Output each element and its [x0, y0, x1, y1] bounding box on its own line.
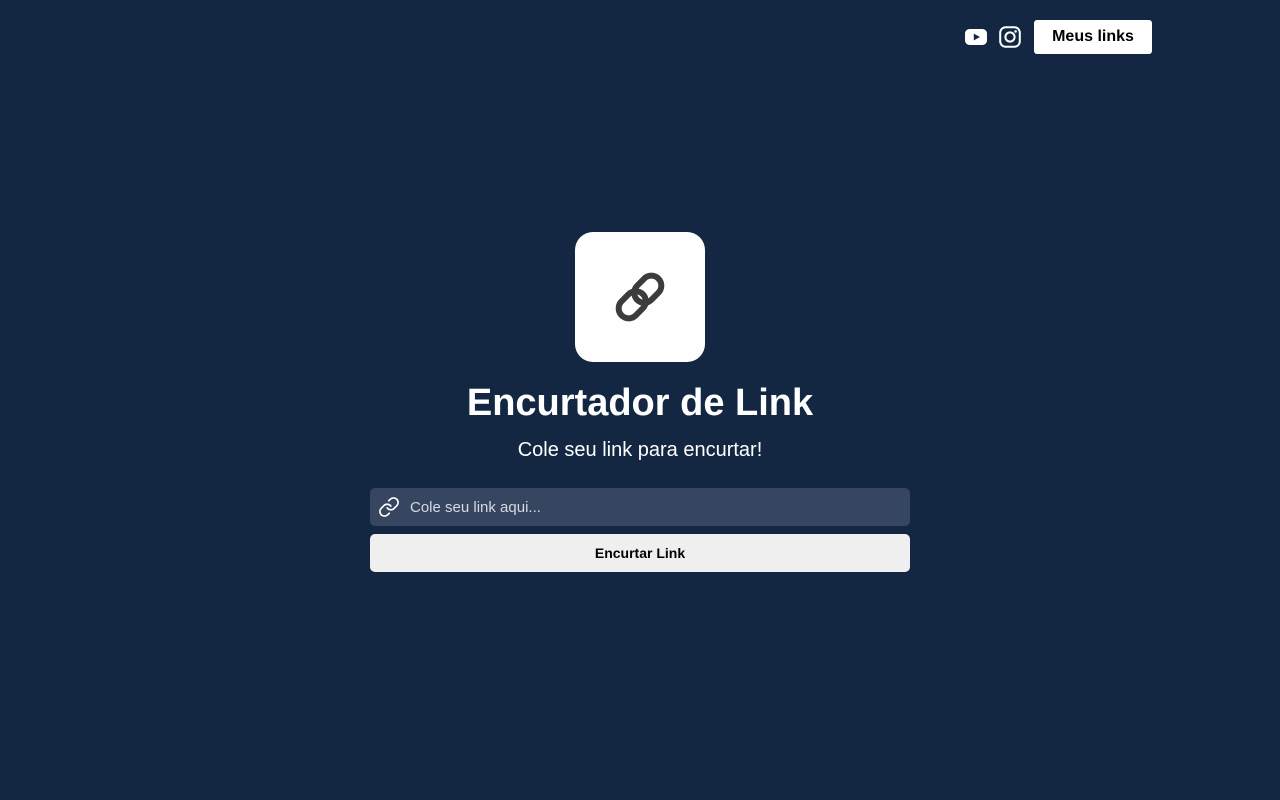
my-links-button[interactable]: Meus links: [1034, 20, 1152, 54]
page-title: Encurtador de Link: [466, 382, 814, 424]
header: Meus links: [964, 20, 1152, 54]
page-subtitle: Cole seu link para encurtar!: [517, 439, 763, 461]
link-input-wrapper: [370, 488, 910, 526]
youtube-link[interactable]: [964, 25, 988, 49]
link-icon: [378, 496, 400, 518]
logo: [575, 232, 705, 362]
instagram-icon: [999, 26, 1021, 48]
link-chain-icon: [615, 272, 665, 322]
link-input[interactable]: [408, 488, 910, 526]
page: Meus links Encurtador de Link Cole seu l…: [0, 0, 1280, 800]
instagram-link[interactable]: [998, 25, 1022, 49]
shorten-link-button[interactable]: Encurtar Link: [370, 534, 910, 572]
youtube-icon: [965, 29, 987, 45]
main-content: Encurtador de Link Cole seu link para en…: [0, 232, 1280, 572]
